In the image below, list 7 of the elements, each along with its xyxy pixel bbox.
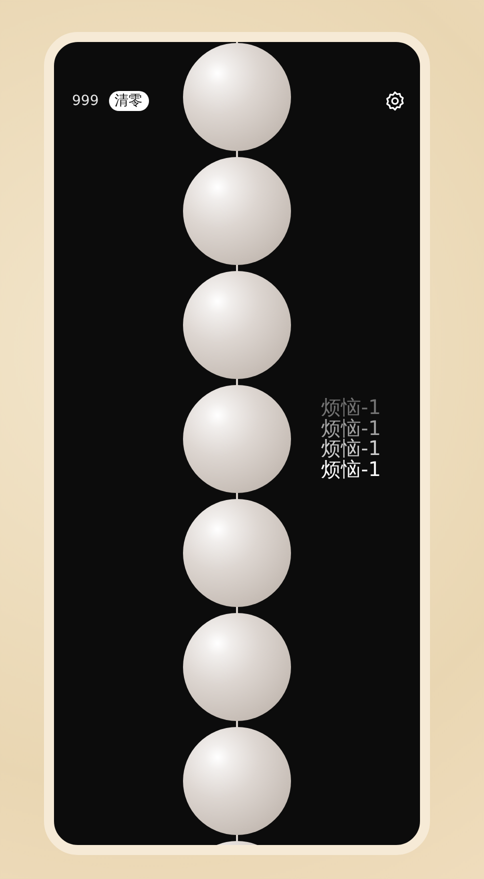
merit-popup-text: 烦恼-1 <box>321 397 381 418</box>
reset-button[interactable]: 清零 <box>108 91 149 111</box>
merit-popup-text: 烦恼-1 <box>321 458 381 479</box>
merit-popup-text: 烦恼-1 <box>321 438 381 458</box>
bead-count: 999 <box>72 93 99 109</box>
merit-popup-text: 烦恼-1 <box>321 418 381 438</box>
settings-icon[interactable] <box>384 90 406 112</box>
